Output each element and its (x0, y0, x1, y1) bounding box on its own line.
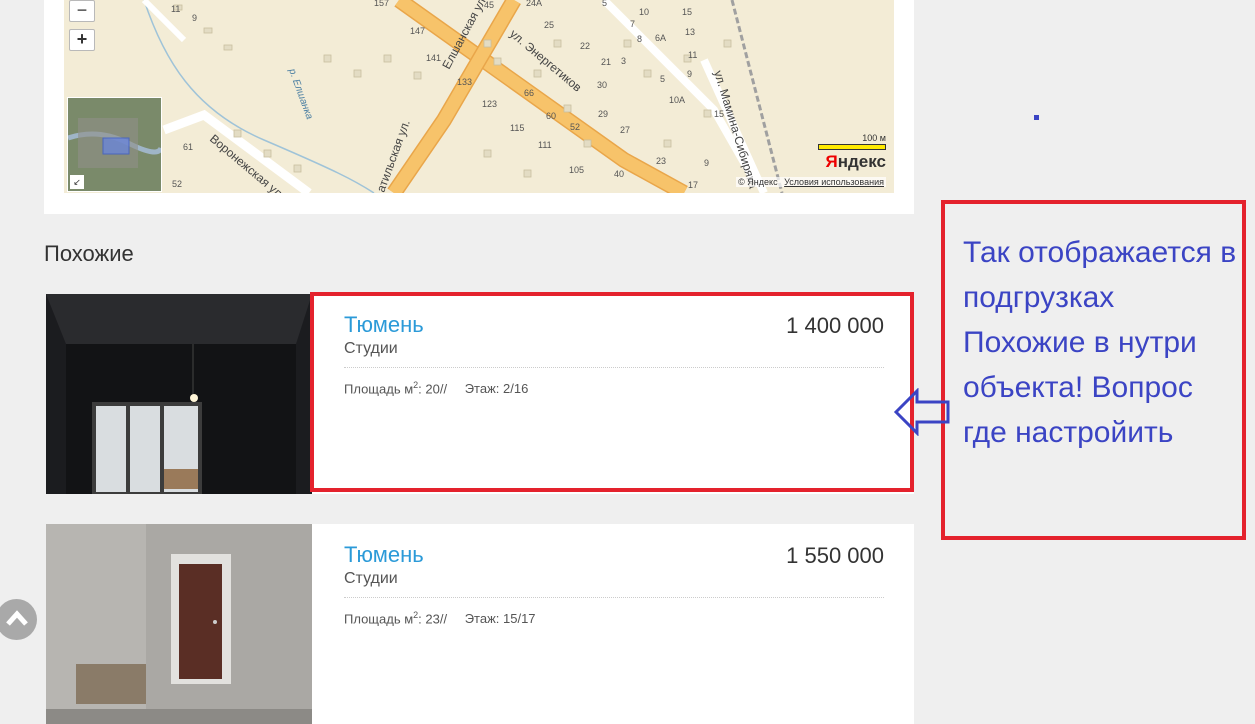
divider (344, 597, 884, 598)
svg-text:9: 9 (704, 158, 709, 168)
svg-text:17: 17 (688, 180, 698, 190)
door-room-image (46, 524, 312, 724)
svg-text:р. Елшанка: р. Елшанка (286, 66, 315, 121)
minimap[interactable]: ↙ (67, 97, 162, 192)
svg-text:29: 29 (598, 109, 608, 119)
scale-bar (818, 144, 886, 150)
highlight-box (310, 292, 914, 492)
svg-text:13: 13 (685, 27, 695, 37)
svg-text:5: 5 (602, 0, 607, 8)
map-canvas: 119 157147 141133 123115 111105 45 24А 25… (141, 0, 784, 193)
svg-text:40: 40 (614, 169, 624, 179)
listing-price: 1 550 000 (786, 543, 884, 568)
annotation-dot (1034, 115, 1039, 120)
yandex-logo: Яндекс (825, 152, 886, 171)
zoom-in-button[interactable]: + (69, 29, 95, 51)
floor: Этаж: 15/17 (464, 611, 536, 627)
svg-text:22: 22 (580, 41, 590, 51)
terms-link[interactable]: Условия использования (784, 177, 884, 187)
map-attribution: © Яндекс Условия использования (736, 177, 886, 187)
svg-text:3: 3 (621, 56, 626, 66)
svg-text:115: 115 (510, 123, 524, 133)
svg-text:60: 60 (546, 111, 556, 121)
svg-text:11: 11 (171, 4, 180, 14)
listing-meta: Площадь м2: 23// Этаж: 15/17 (344, 610, 536, 626)
dark-room-image (46, 294, 312, 494)
svg-text:10А: 10А (669, 95, 685, 105)
svg-text:Воронежская ул.: Воронежская ул. (207, 132, 287, 193)
svg-text:10: 10 (639, 7, 649, 17)
map[interactable]: 11 9 157 147 141 133 123 115 111 105 45 24А 25… (64, 0, 894, 193)
svg-text:111: 111 (538, 140, 552, 150)
svg-text:25: 25 (544, 20, 554, 30)
svg-text:24А: 24А (526, 0, 542, 8)
svg-text:52: 52 (570, 122, 580, 132)
svg-text:6А: 6А (655, 33, 666, 43)
scroll-to-top-button[interactable] (0, 599, 37, 640)
svg-text:8: 8 (637, 34, 642, 44)
left-arrow-icon (893, 388, 950, 436)
map-scale: 100 м (818, 133, 886, 150)
svg-text:66: 66 (524, 88, 534, 98)
svg-text:61: 61 (183, 142, 193, 152)
zoom-out-button[interactable]: − (69, 0, 95, 22)
svg-text:23: 23 (656, 156, 666, 166)
listing-card[interactable]: Тюмень Студии 1 550 000 Площадь м2: 23//… (46, 524, 914, 724)
scale-label: 100 м (862, 133, 886, 143)
svg-text:141: 141 (426, 53, 441, 63)
area-label: Площадь м (344, 611, 414, 627)
svg-text:30: 30 (597, 80, 607, 90)
svg-text:52: 52 (172, 179, 182, 189)
svg-text:7: 7 (630, 19, 635, 29)
annotation-text: Так отображается в подгрузках Похожие в … (963, 236, 1237, 449)
svg-text:147: 147 (410, 26, 425, 36)
chevron-up-icon (6, 610, 28, 626)
svg-text:123: 123 (482, 99, 497, 109)
svg-text:9: 9 (192, 13, 197, 23)
listing-photo[interactable] (46, 294, 312, 494)
listing-photo[interactable] (46, 524, 312, 724)
svg-text:15: 15 (714, 109, 724, 119)
svg-text:9: 9 (687, 69, 692, 79)
listing-city-link[interactable]: Тюмень (344, 542, 424, 568)
svg-text:15: 15 (682, 7, 692, 17)
area-value: : 23// (418, 611, 448, 627)
svg-text:133: 133 (457, 77, 472, 87)
svg-text:ул. Мамина-Сибиряка: ул. Мамина-Сибиряка (711, 69, 760, 191)
svg-text:5: 5 (660, 74, 665, 84)
attribution-logo: © Яндекс (738, 177, 778, 187)
svg-text:21: 21 (601, 57, 611, 67)
listing-type: Студии (344, 570, 398, 587)
similar-heading: Похожие (44, 241, 134, 266)
svg-text:11: 11 (688, 50, 697, 60)
expand-icon[interactable]: ↙ (70, 175, 84, 189)
svg-text:157: 157 (374, 0, 389, 8)
svg-text:105: 105 (569, 165, 584, 175)
svg-text:27: 27 (620, 125, 630, 135)
